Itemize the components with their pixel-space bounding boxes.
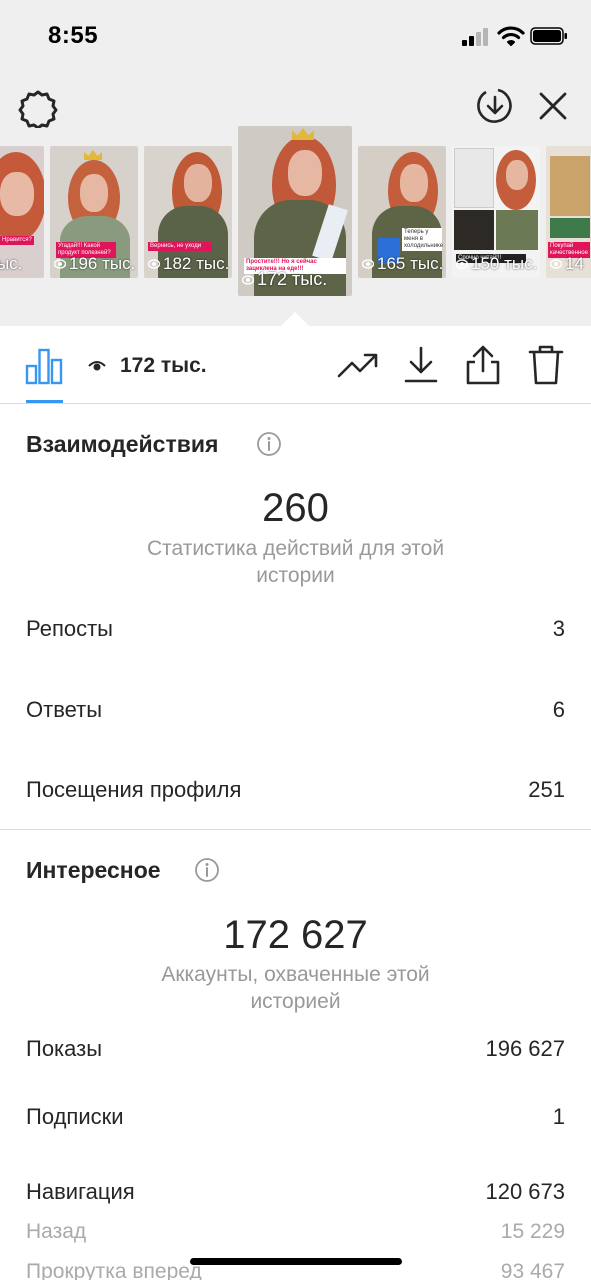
forward-label: Прокрутка вперед [26, 1260, 202, 1280]
download-story-button[interactable] [475, 86, 515, 126]
story-thumbnail[interactable]: Вернись, не уходи 182 тыс. [144, 146, 232, 278]
back-value: 15 229 [500, 1220, 565, 1243]
replies-value: 6 [552, 697, 565, 722]
close-icon [539, 92, 567, 120]
interactions-title: Взаимодействия [26, 431, 219, 457]
interactions-description: Статистика действий для этой истории [146, 537, 445, 587]
eye-icon [456, 259, 468, 269]
views-count: 172 тыс. [120, 354, 207, 377]
navigation-value: 120 673 [485, 1179, 565, 1204]
home-indicator[interactable] [190, 1258, 402, 1265]
eye-icon [88, 361, 106, 371]
section-divider [0, 829, 591, 830]
eye-icon [54, 259, 66, 269]
follows-value: 1 [552, 1104, 565, 1129]
profile-visits-label: Посещения профиля [26, 777, 242, 802]
story-thumbnail-active[interactable]: Простите!!! Но я сейчас зациклена на еде… [238, 126, 352, 296]
info-icon[interactable] [194, 857, 220, 883]
crown-sticker [292, 128, 314, 140]
story-thumbnail-strip[interactable]: Нравится? 9 тыс. Угадай!!! Какой продукт… [0, 126, 591, 306]
eye-icon [362, 259, 374, 269]
collage-photo [496, 210, 538, 250]
story-views: 172 тыс. [242, 269, 327, 290]
cellular-signal-icon [462, 28, 492, 46]
download-circle-icon [477, 88, 512, 123]
settings-button[interactable] [16, 86, 60, 130]
close-button[interactable] [533, 86, 573, 126]
product-photo [550, 218, 590, 238]
impressions-label: Показы [26, 1036, 103, 1061]
collage-photo [454, 148, 494, 208]
battery-icon [530, 27, 567, 45]
status-bar: 8:55 [0, 0, 591, 72]
replies-label: Ответы [26, 697, 103, 722]
insights-toolbar: 172 тыс. [0, 326, 591, 404]
story-views: 14 [550, 254, 584, 274]
product-photo [550, 156, 590, 216]
story-thumbnail[interactable]: Теперь у меня в холодильнике 165 тыс. [358, 146, 446, 278]
story-thumbnail[interactable]: Нравится? 9 тыс. [0, 146, 44, 278]
story-views: 182 тыс. [148, 254, 229, 274]
story-views: 150 тыс. [456, 254, 537, 274]
forward-value: 93 467 [500, 1260, 565, 1280]
story-thumbnail[interactable]: Срочно читай!!! 150 тыс. [452, 146, 540, 278]
story-thumbnail[interactable]: Покупай качественное 14 [546, 146, 591, 278]
story-thumbnail[interactable]: Угадай!!! Какой продукт полезней? 196 ты… [50, 146, 138, 278]
interactions-total: 260 [262, 486, 329, 530]
trash-icon [528, 345, 564, 385]
navigation-label: Навигация [26, 1179, 135, 1204]
eye-icon [550, 259, 562, 269]
discovery-title: Интересное [26, 857, 161, 883]
profile-visits-value: 251 [528, 777, 565, 802]
story-views: 196 тыс. [54, 254, 135, 274]
promote-button[interactable] [336, 344, 380, 386]
gear-icon [18, 90, 58, 128]
story-views: 165 тыс. [362, 254, 443, 274]
story-preview-area: 8:55 Нравится? ыс. Угадай!!! Какой проду… [0, 0, 591, 326]
bar-chart-icon [25, 348, 63, 385]
story-views: 9 тыс. [0, 254, 23, 273]
story-caption: Теперь у меня в холодильнике [402, 228, 444, 251]
delete-button[interactable] [524, 344, 568, 386]
reach-description: Аккаунты, охваченные этой историей [161, 963, 430, 1013]
download-icon [404, 346, 438, 383]
share-icon [466, 345, 500, 385]
status-time: 8:55 [48, 22, 99, 49]
follows-label: Подписки [26, 1104, 124, 1129]
reposts-label: Репосты [26, 616, 113, 641]
impressions-value: 196 627 [485, 1036, 565, 1061]
trend-up-icon [337, 353, 378, 378]
reposts-value: 3 [552, 616, 565, 641]
eye-icon [242, 274, 254, 285]
save-button[interactable] [399, 344, 443, 386]
reach-total: 172 627 [223, 913, 368, 957]
back-label: Назад [26, 1220, 87, 1243]
eye-icon [148, 259, 160, 269]
active-tab-indicator [26, 400, 63, 403]
info-icon[interactable] [256, 431, 282, 457]
insights-tab[interactable] [24, 346, 64, 386]
share-button[interactable] [461, 344, 505, 386]
story-caption: Вернись, не уходи [148, 242, 212, 251]
story-caption: Нравится? [0, 236, 34, 245]
crown-sticker [84, 150, 102, 160]
collage-photo [454, 210, 494, 250]
wifi-icon [497, 26, 525, 46]
